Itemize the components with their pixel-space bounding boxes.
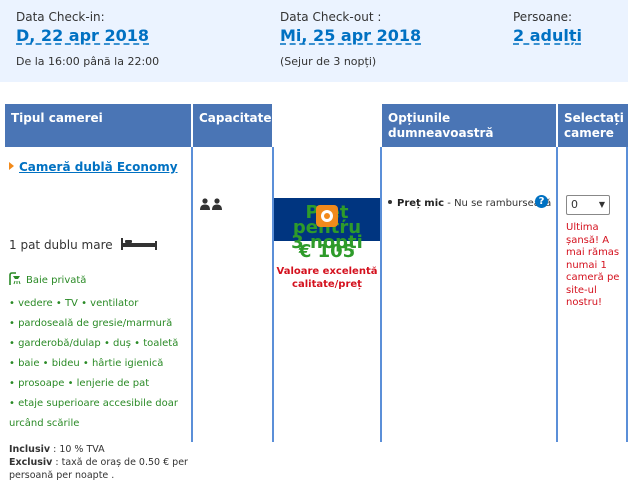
header-select-rooms: Selectați camere xyxy=(558,104,628,147)
stay-length: (Sejur de 3 nopți) xyxy=(280,55,377,68)
options-cell: Preț mic - Nu se rambursează ? xyxy=(382,147,556,442)
header-options: Opțiunile dumneavoastră xyxy=(382,104,556,147)
facility-line: • vedere • TV • ventilator xyxy=(9,298,139,309)
capacity-cell xyxy=(193,147,272,442)
guests-label: Persoane: xyxy=(513,10,573,24)
room-quantity-select[interactable]: 0 ▼ xyxy=(566,195,610,215)
checkout-date-link[interactable]: Mi, 25 apr 2018 xyxy=(280,25,421,47)
room-type-cell: Cameră dublă Economy 1 pat dublu mare Ba… xyxy=(5,147,191,481)
value-for-money-label: Valoare excelentă calitate/preț xyxy=(276,266,378,290)
room-name-link[interactable]: Cameră dublă Economy xyxy=(9,160,178,174)
facility-line: • garderobă/dulap • duș • toaletă xyxy=(9,338,179,349)
bed-info: 1 pat dublu mare xyxy=(9,237,158,254)
facility-line: • etaje superioare accesibile doar xyxy=(9,398,178,409)
guests-block: Persoane: 2 adulți xyxy=(513,9,582,47)
header-capacity: Capacitate xyxy=(193,104,272,147)
bullet-icon xyxy=(388,200,392,204)
checkout-block: Data Check-out : Mi, 25 apr 2018 (Sejur … xyxy=(280,9,421,69)
room-name-text: Cameră dublă Economy xyxy=(19,160,178,174)
price-cell: € 105 Valoare excelentă calitate/preț xyxy=(274,147,380,442)
bed-text: 1 pat dublu mare xyxy=(9,238,113,252)
tax-info: Inclusiv : 10 % TVA Exclusiv : taxă de o… xyxy=(9,443,189,482)
option-non-refundable: Preț mic - Nu se rambursează xyxy=(388,197,553,210)
shower-icon xyxy=(9,272,23,294)
room-table: Tipul camerei Capacitate Preț pentru 3 n… xyxy=(5,104,628,481)
facility-private-bath: Baie privată xyxy=(9,271,189,294)
guests-link[interactable]: 2 adulți xyxy=(513,25,582,47)
select-cell: 0 ▼ Ultima șansă! A mai rămas numai 1 ca… xyxy=(558,147,628,442)
room-quantity-value: 0 xyxy=(571,198,578,211)
two-persons-icon xyxy=(199,195,223,214)
header-room-type: Tipul camerei xyxy=(5,104,191,147)
triangle-right-icon xyxy=(9,162,14,170)
checkout-label: Data Check-out : xyxy=(280,10,382,24)
price-amount: € 105 xyxy=(298,241,356,262)
question-icon[interactable]: ? xyxy=(535,195,548,208)
facility-line: • baie • bideu • hârtie igienică xyxy=(9,358,164,369)
bed-icon xyxy=(120,237,158,254)
option-title: Preț mic xyxy=(397,198,445,209)
checkin-block: Data Check-in: D, 22 apr 2018 De la 16:0… xyxy=(16,9,159,69)
checkin-hours: De la 16:00 până la 22:00 xyxy=(16,55,160,68)
urgency-message: Ultima șansă! A mai rămas numai 1 cameră… xyxy=(566,222,620,308)
excluded-tax: Exclusiv : taxă de oraș de 0.50 € per pe… xyxy=(9,457,188,481)
facility-line: • pardoseală de gresie/marmură xyxy=(9,318,173,329)
facility-line: urcând scările xyxy=(9,418,80,429)
chevron-down-icon: ▼ xyxy=(598,200,605,209)
coin-badge-icon xyxy=(316,205,338,227)
facilities-list: Baie privată • vedere • TV • ventilator … xyxy=(9,271,189,434)
checkin-date-link[interactable]: D, 22 apr 2018 xyxy=(16,25,159,47)
checkin-label: Data Check-in: xyxy=(16,10,105,24)
facility-line: • prosoape • lenjerie de pat xyxy=(9,378,150,389)
booking-summary: Data Check-in: D, 22 apr 2018 De la 16:0… xyxy=(0,0,628,82)
included-tax: Inclusiv : 10 % TVA xyxy=(9,444,105,455)
